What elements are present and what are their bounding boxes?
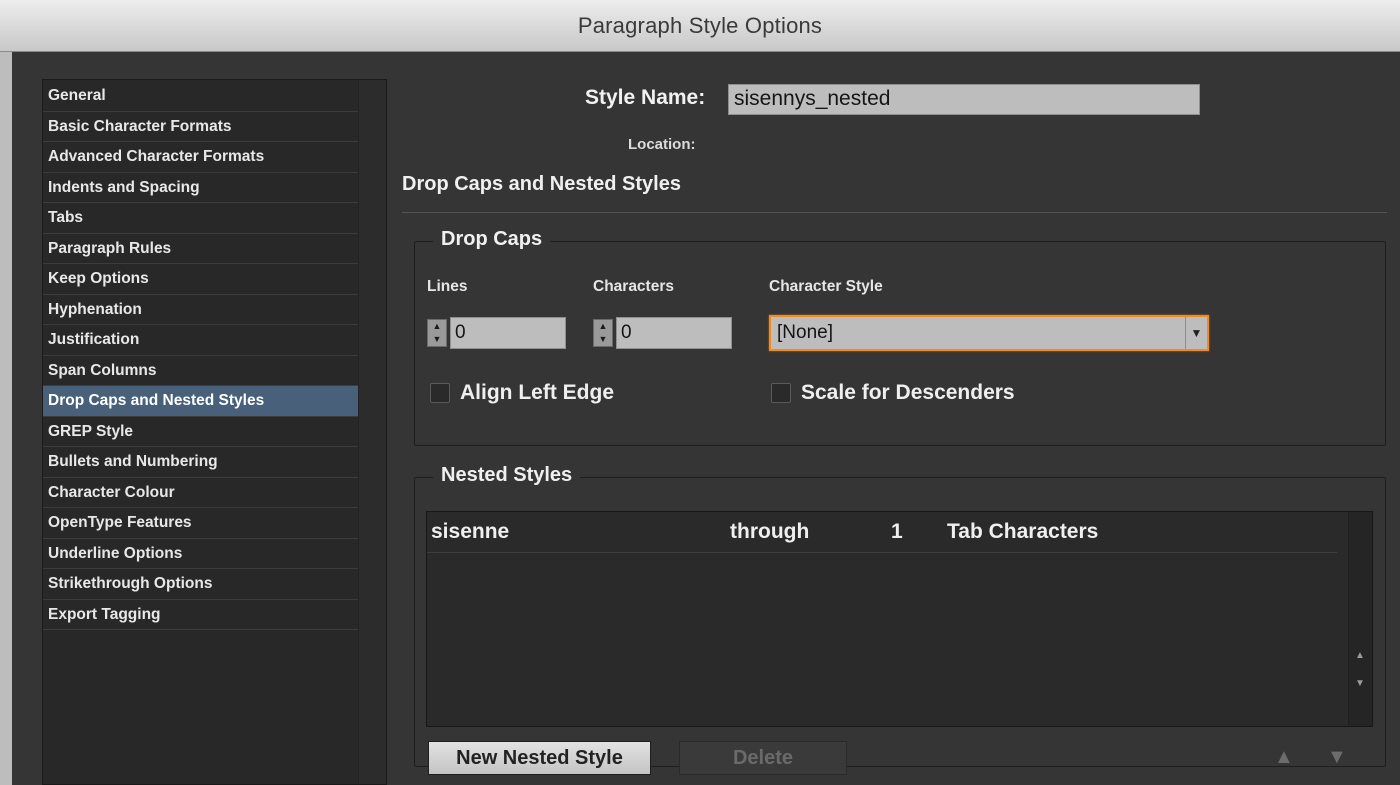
section-title: Drop Caps and Nested Styles bbox=[402, 173, 681, 195]
window-title: Paragraph Style Options bbox=[577, 12, 823, 38]
section-divider bbox=[402, 212, 1387, 213]
chevron-down-icon[interactable]: ▼ bbox=[1185, 317, 1207, 349]
sidebar-item-paragraph-rules[interactable]: Paragraph Rules bbox=[43, 234, 358, 264]
sidebar-item-opentype-features[interactable]: OpenType Features bbox=[43, 508, 358, 539]
sidebar-item-basic-character-formats[interactable]: Basic Character Formats bbox=[43, 112, 358, 142]
lines-field[interactable]: 0 bbox=[450, 317, 566, 349]
sidebar-item-character-colour[interactable]: Character Colour bbox=[43, 478, 358, 508]
sidebar-item-strikethrough-options[interactable]: Strikethrough Options bbox=[43, 569, 358, 600]
sidebar-item-indents-and-spacing[interactable]: Indents and Spacing bbox=[43, 173, 358, 203]
characters-field[interactable]: 0 bbox=[616, 317, 732, 349]
character-style-label: Character Style bbox=[769, 278, 883, 295]
lines-label: Lines bbox=[427, 278, 468, 295]
sidebar-item-grep-style[interactable]: GREP Style bbox=[43, 417, 358, 447]
characters-stepper-arrows-icon[interactable]: ▲ ▼ bbox=[593, 319, 613, 347]
sidebar-scrollbar[interactable] bbox=[358, 80, 386, 784]
location-label: Location: bbox=[628, 136, 696, 153]
align-left-edge-checkbox[interactable] bbox=[430, 383, 450, 403]
scale-for-descenders-option[interactable]: Scale for Descenders bbox=[771, 381, 1015, 405]
nested-style-unit[interactable]: Tab Characters bbox=[947, 520, 1098, 544]
sidebar-item-advanced-character-formats[interactable]: Advanced Character Formats bbox=[43, 142, 358, 173]
sidebar-item-keep-options[interactable]: Keep Options bbox=[43, 264, 358, 295]
scale-for-descenders-label: Scale for Descenders bbox=[801, 381, 1015, 404]
drop-caps-legend: Drop Caps bbox=[433, 228, 551, 251]
nested-list-scrollbar[interactable]: ▲ ▼ bbox=[1348, 512, 1372, 726]
character-style-value: [None] bbox=[777, 322, 833, 343]
lines-stepper[interactable]: ▲ ▼ 0 bbox=[427, 317, 571, 349]
nested-style-row[interactable]: sisenne through 1 Tab Characters bbox=[427, 512, 1337, 553]
new-nested-style-button[interactable]: New Nested Style bbox=[428, 741, 651, 775]
sidebar-item-justification[interactable]: Justification bbox=[43, 325, 358, 356]
sidebar-item-tabs[interactable]: Tabs bbox=[43, 203, 358, 234]
category-sidebar: General Basic Character Formats Advanced… bbox=[42, 79, 387, 785]
delete-button[interactable]: Delete bbox=[679, 741, 847, 775]
sidebar-item-bullets-and-numbering[interactable]: Bullets and Numbering bbox=[43, 447, 358, 478]
sidebar-item-general[interactable]: General bbox=[43, 81, 358, 112]
scale-for-descenders-checkbox[interactable] bbox=[771, 383, 791, 403]
sidebar-item-underline-options[interactable]: Underline Options bbox=[43, 539, 358, 569]
dialog-body: General Basic Character Formats Advanced… bbox=[12, 52, 1400, 785]
nested-styles-legend: Nested Styles bbox=[433, 464, 581, 487]
window-left-edge bbox=[0, 52, 12, 785]
style-name-input[interactable]: sisennys_nested bbox=[728, 84, 1200, 115]
drop-caps-group: Drop Caps Lines Characters Character Sty… bbox=[414, 228, 1386, 446]
nested-style-mode[interactable]: through bbox=[730, 520, 809, 544]
characters-label: Characters bbox=[593, 278, 674, 295]
lines-stepper-arrows-icon[interactable]: ▲ ▼ bbox=[427, 319, 447, 347]
align-left-edge-option[interactable]: Align Left Edge bbox=[430, 381, 614, 405]
options-panel: Style Name: sisennys_nested Location: Dr… bbox=[402, 52, 1400, 785]
characters-stepper[interactable]: ▲ ▼ 0 bbox=[593, 317, 737, 349]
scroll-down-icon[interactable]: ▼ bbox=[1355, 678, 1365, 689]
sidebar-item-hyphenation[interactable]: Hyphenation bbox=[43, 295, 358, 325]
sidebar-item-export-tagging[interactable]: Export Tagging bbox=[43, 600, 358, 630]
title-bar: Paragraph Style Options bbox=[0, 0, 1400, 52]
nested-styles-list[interactable]: sisenne through 1 Tab Characters ▲ ▼ bbox=[426, 511, 1373, 727]
nested-style-name[interactable]: sisenne bbox=[431, 520, 509, 544]
style-name-label: Style Name: bbox=[585, 86, 706, 109]
move-down-icon[interactable]: ▼ bbox=[1327, 746, 1347, 769]
align-left-edge-label: Align Left Edge bbox=[460, 381, 614, 404]
scroll-up-icon[interactable]: ▲ bbox=[1355, 650, 1365, 661]
move-up-icon[interactable]: ▲ bbox=[1274, 746, 1294, 769]
sidebar-item-span-columns[interactable]: Span Columns bbox=[43, 356, 358, 386]
character-style-select[interactable]: [None] ▼ bbox=[769, 315, 1209, 351]
nested-styles-group: Nested Styles sisenne through 1 Tab Char… bbox=[414, 464, 1386, 775]
nested-style-count[interactable]: 1 bbox=[891, 520, 903, 544]
category-list: General Basic Character Formats Advanced… bbox=[43, 81, 358, 630]
sidebar-item-drop-caps-nested-styles[interactable]: Drop Caps and Nested Styles bbox=[43, 386, 358, 417]
